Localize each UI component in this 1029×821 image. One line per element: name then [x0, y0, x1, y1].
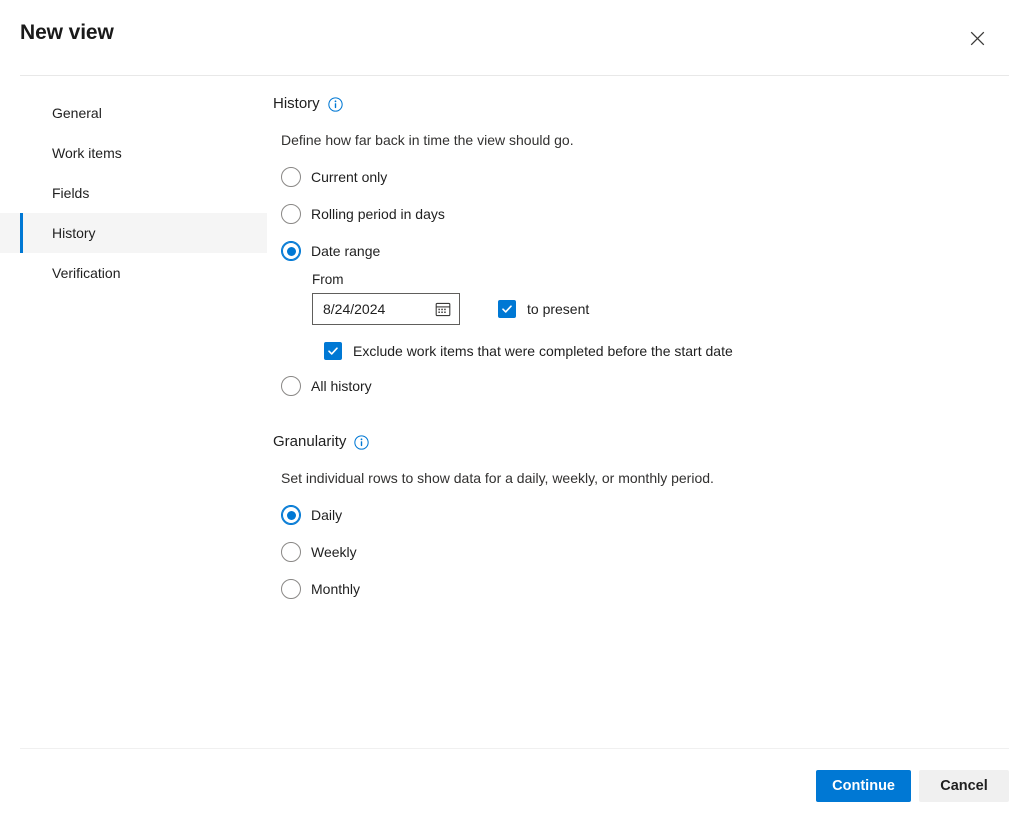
page-title: New view: [20, 19, 114, 47]
history-section-header: History: [273, 93, 1029, 115]
radio-label: All history: [311, 376, 372, 396]
radio-label: Date range: [311, 241, 380, 261]
history-description: Define how far back in time the view sho…: [281, 131, 1029, 149]
history-section: History Define how far back in time the …: [267, 93, 1029, 398]
close-button[interactable]: [961, 22, 993, 54]
sidebar-item-verification[interactable]: Verification: [0, 253, 267, 293]
calendar-icon: [435, 301, 451, 317]
radio-label: Monthly: [311, 579, 360, 599]
checkbox-to-present[interactable]: to present: [498, 299, 589, 319]
sidebar-item-label: Work items: [52, 143, 122, 163]
sidebar-item-general[interactable]: General: [0, 93, 267, 133]
sidebar-nav: General Work items Fields History Verifi…: [0, 75, 267, 748]
radio-indicator-icon: [281, 167, 301, 187]
history-radio-group: Current only Rolling period in days Date…: [267, 165, 1029, 398]
radio-monthly[interactable]: Monthly: [281, 577, 1029, 601]
from-date-input[interactable]: [313, 294, 421, 324]
radio-label: Weekly: [311, 542, 357, 562]
checkmark-icon: [324, 342, 342, 360]
footer-actions: Continue Cancel: [816, 770, 1009, 802]
sidebar-item-fields[interactable]: Fields: [0, 173, 267, 213]
dialog-body: General Work items Fields History Verifi…: [0, 75, 1029, 748]
history-title: History: [273, 93, 320, 115]
radio-weekly[interactable]: Weekly: [281, 540, 1029, 564]
granularity-section-header: Granularity: [273, 431, 1029, 453]
date-range-panel: From: [312, 271, 1029, 361]
calendar-picker-button[interactable]: [433, 299, 453, 319]
sidebar-item-label: Fields: [52, 183, 89, 203]
sidebar-item-label: History: [52, 223, 96, 243]
radio-daily[interactable]: Daily: [281, 503, 1029, 527]
close-icon: [970, 31, 985, 46]
sidebar-item-label: General: [52, 103, 102, 123]
sidebar-item-history[interactable]: History: [0, 213, 267, 253]
info-icon[interactable]: [328, 97, 343, 112]
radio-indicator-icon: [281, 542, 301, 562]
radio-rolling-period[interactable]: Rolling period in days: [281, 202, 1029, 226]
dialog-header: New view: [0, 0, 1029, 75]
checkbox-label: Exclude work items that were completed b…: [353, 341, 733, 361]
radio-indicator-icon: [281, 241, 301, 261]
cancel-button[interactable]: Cancel: [919, 770, 1009, 802]
radio-indicator-icon: [281, 204, 301, 224]
footer-divider: [20, 748, 1009, 749]
radio-indicator-icon: [281, 505, 301, 525]
sidebar-item-label: Verification: [52, 263, 120, 283]
from-date-field[interactable]: [312, 293, 460, 325]
checkbox-exclude-completed[interactable]: Exclude work items that were completed b…: [324, 341, 1029, 361]
radio-indicator-icon: [281, 579, 301, 599]
info-icon[interactable]: [354, 435, 369, 450]
granularity-description: Set individual rows to show data for a d…: [281, 469, 1029, 487]
radio-date-range[interactable]: Date range: [281, 239, 1029, 263]
checkbox-label: to present: [527, 299, 589, 319]
from-date-row: to present: [312, 293, 1029, 325]
dialog-footer: Continue Cancel: [0, 748, 1029, 821]
radio-indicator-icon: [281, 376, 301, 396]
granularity-radio-group: Daily Weekly Monthly: [267, 503, 1029, 601]
continue-button[interactable]: Continue: [816, 770, 911, 802]
radio-label: Daily: [311, 505, 342, 525]
settings-content: History Define how far back in time the …: [267, 75, 1029, 748]
radio-label: Rolling period in days: [311, 204, 445, 224]
sidebar-item-work-items[interactable]: Work items: [0, 133, 267, 173]
checkmark-icon: [498, 300, 516, 318]
radio-label: Current only: [311, 167, 387, 187]
radio-all-history[interactable]: All history: [281, 374, 1029, 398]
granularity-section: Granularity Set individual rows to show …: [267, 431, 1029, 601]
granularity-title: Granularity: [273, 431, 346, 453]
new-view-dialog: New view General Work items Fields Histo: [0, 0, 1029, 821]
from-label: From: [312, 271, 1029, 289]
radio-current-only[interactable]: Current only: [281, 165, 1029, 189]
